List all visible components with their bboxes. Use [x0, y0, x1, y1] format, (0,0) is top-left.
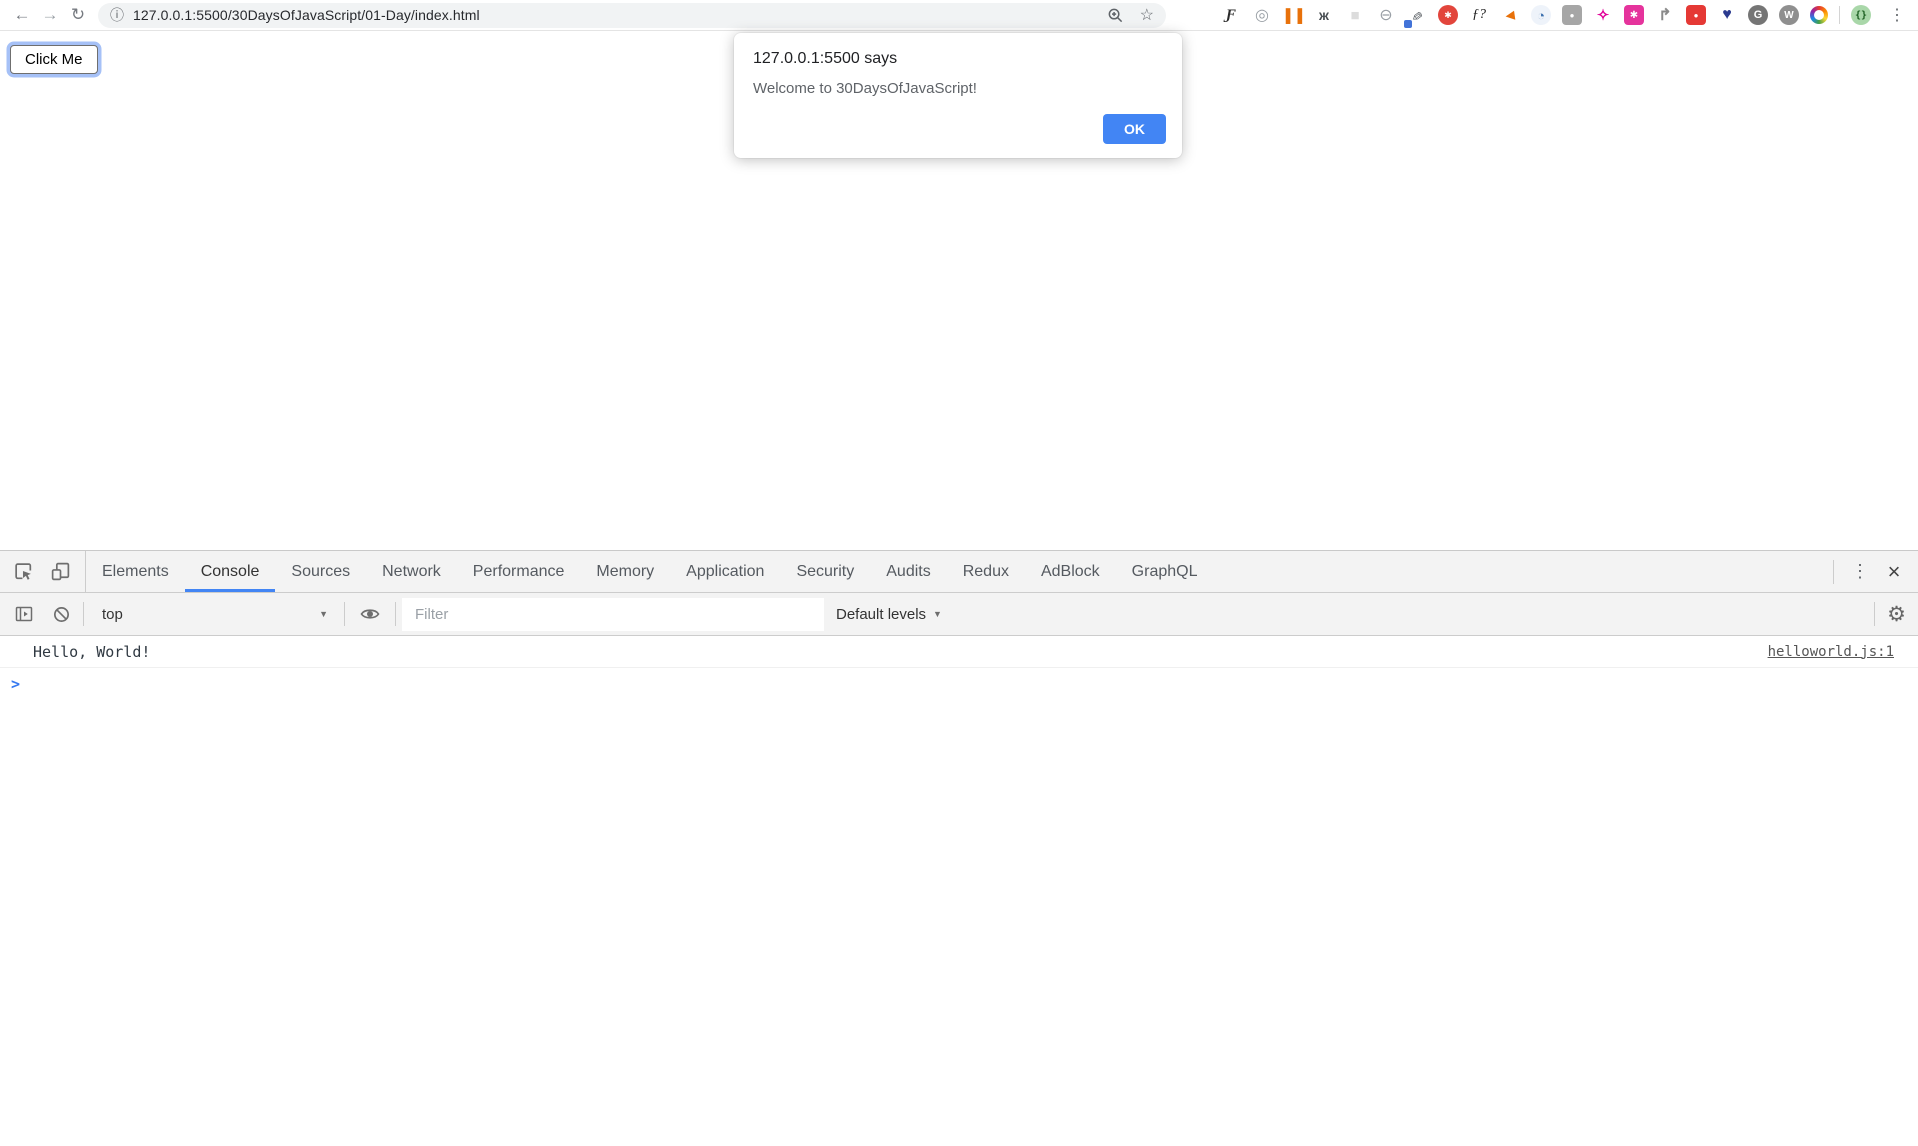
tab-network[interactable]: Network [366, 551, 457, 592]
devtools-left-icons [0, 551, 86, 592]
context-label: top [102, 606, 123, 623]
fonts-extension-icon[interactable]: Ƒ [1221, 5, 1241, 25]
columns-extension-icon[interactable]: ▌▐ [1283, 5, 1303, 25]
toolbar-separator [344, 602, 345, 626]
console-prompt-icon: > [11, 675, 20, 693]
extension-separator [1839, 6, 1840, 24]
extensions-strip: Ƒ ◎ ▌▐ ж ■ ⊖ ✎ ✱ ƒ? ◀ ◔ ● ✧ ✱ ↱ ● ♥ G W … [1221, 5, 1908, 25]
red-hand-extension-icon[interactable]: ✱ [1438, 5, 1458, 25]
log-levels-select[interactable]: Default levels ▼ [836, 606, 942, 623]
devtools-tabbar: Elements Console Sources Network Perform… [0, 551, 1918, 593]
camera-extension-icon[interactable]: ● [1562, 5, 1582, 25]
console-input-line[interactable]: > [0, 668, 1918, 699]
bug-extension-icon[interactable]: ж [1314, 5, 1334, 25]
chevron-down-icon: ▼ [933, 609, 942, 619]
tab-adblock[interactable]: AdBlock [1025, 551, 1116, 592]
eyedropper-glyph: ✎ [1409, 9, 1426, 21]
gear-square-extension-icon[interactable]: ✱ [1624, 5, 1644, 25]
devtools-panel: Elements Console Sources Network Perform… [0, 550, 1918, 1146]
devtools-menu-icon[interactable]: ⋮ [1846, 558, 1874, 586]
forward-icon[interactable]: → [36, 1, 64, 29]
alert-ok-button[interactable]: OK [1103, 114, 1166, 144]
filter-input[interactable] [402, 598, 824, 631]
console-settings-gear-icon[interactable]: ⚙ [1887, 602, 1906, 627]
inactive-extension-icon[interactable]: ■ [1345, 5, 1365, 25]
megaphone-extension-icon[interactable]: ◀ [1499, 4, 1522, 27]
address-bar[interactable]: ⓘ 127.0.0.1:5500/30DaysOfJavaScript/01-D… [98, 3, 1166, 28]
corner-arrow-extension-icon[interactable]: ↱ [1655, 5, 1675, 25]
swirl-extension-icon[interactable]: ◔ [1531, 5, 1551, 25]
toolbar-separator [1874, 602, 1875, 626]
clear-console-icon[interactable] [52, 605, 71, 624]
console-log-row: Hello, World! helloworld.js:1 [0, 636, 1918, 668]
bookmark-star-icon[interactable]: ☆ [1140, 5, 1154, 25]
tab-redux[interactable]: Redux [947, 551, 1025, 592]
console-toolbar: top ▼ Default levels ▼ ⚙ [0, 593, 1918, 636]
eyedropper-extension-icon[interactable]: ✎ [1407, 5, 1427, 25]
tabbar-spacer [1213, 551, 1827, 592]
tab-console[interactable]: Console [185, 551, 276, 592]
w-circle-extension-icon[interactable]: W [1779, 5, 1799, 25]
json-braces-extension-icon[interactable]: {} [1851, 5, 1871, 25]
devtools-close-icon[interactable]: × [1880, 558, 1908, 586]
toolbar-separator [395, 602, 396, 626]
tabbar-separator [1833, 560, 1834, 584]
tab-memory[interactable]: Memory [580, 551, 670, 592]
rainbow-ring-extension-icon[interactable] [1810, 6, 1828, 24]
tab-elements[interactable]: Elements [86, 551, 185, 592]
tab-sources[interactable]: Sources [275, 551, 366, 592]
console-source-link[interactable]: helloworld.js:1 [1768, 644, 1894, 660]
device-toolbar-icon[interactable] [50, 561, 71, 582]
page-info-icon[interactable]: ⓘ [110, 5, 124, 25]
tab-audits[interactable]: Audits [870, 551, 946, 592]
g-circle-extension-icon[interactable]: G [1748, 5, 1768, 25]
devtools-right-controls: ⋮ × [1827, 551, 1918, 592]
zoom-magnifier-icon[interactable] [1107, 7, 1124, 24]
function-extension-icon[interactable]: ƒ? [1469, 5, 1489, 25]
reload-icon[interactable]: ↻ [64, 1, 92, 29]
alert-message: Welcome to 30DaysOfJavaScript! [753, 80, 977, 97]
chevron-down-icon: ▼ [319, 609, 328, 619]
alert-dialog: 127.0.0.1:5500 says Welcome to 30DaysOfJ… [734, 33, 1182, 158]
tab-performance[interactable]: Performance [457, 551, 581, 592]
graphql-pink-extension-icon[interactable]: ✧ [1593, 5, 1613, 25]
levels-label: Default levels [836, 606, 926, 623]
url-text: 127.0.0.1:5500/30DaysOfJavaScript/01-Day… [133, 7, 480, 23]
live-expression-eye-icon[interactable] [359, 603, 381, 625]
circled-dash-extension-icon[interactable]: ⊖ [1376, 5, 1396, 25]
execution-context-select[interactable]: top ▼ [90, 606, 338, 623]
click-me-button[interactable]: Click Me [10, 45, 98, 74]
back-icon[interactable]: ← [8, 1, 36, 29]
tab-security[interactable]: Security [780, 551, 870, 592]
console-sidebar-toggle-icon[interactable] [14, 604, 34, 624]
browser-toolbar: ← → ↻ ⓘ 127.0.0.1:5500/30DaysOfJavaScrip… [0, 0, 1918, 31]
console-message-text: Hello, World! [33, 643, 150, 661]
chrome-menu-icon[interactable]: ⋮ [1886, 5, 1908, 25]
inspect-element-icon[interactable] [13, 561, 34, 582]
toolbar-separator [83, 602, 84, 626]
bookmark-red-extension-icon[interactable]: ● [1686, 5, 1706, 25]
tab-application[interactable]: Application [670, 551, 780, 592]
eyedropper-badge [1404, 20, 1412, 28]
heart-search-extension-icon[interactable]: ♥ [1717, 5, 1737, 25]
alert-title: 127.0.0.1:5500 says [753, 50, 897, 68]
orbit-extension-icon[interactable]: ◎ [1252, 5, 1272, 25]
tab-graphql[interactable]: GraphQL [1116, 551, 1214, 592]
